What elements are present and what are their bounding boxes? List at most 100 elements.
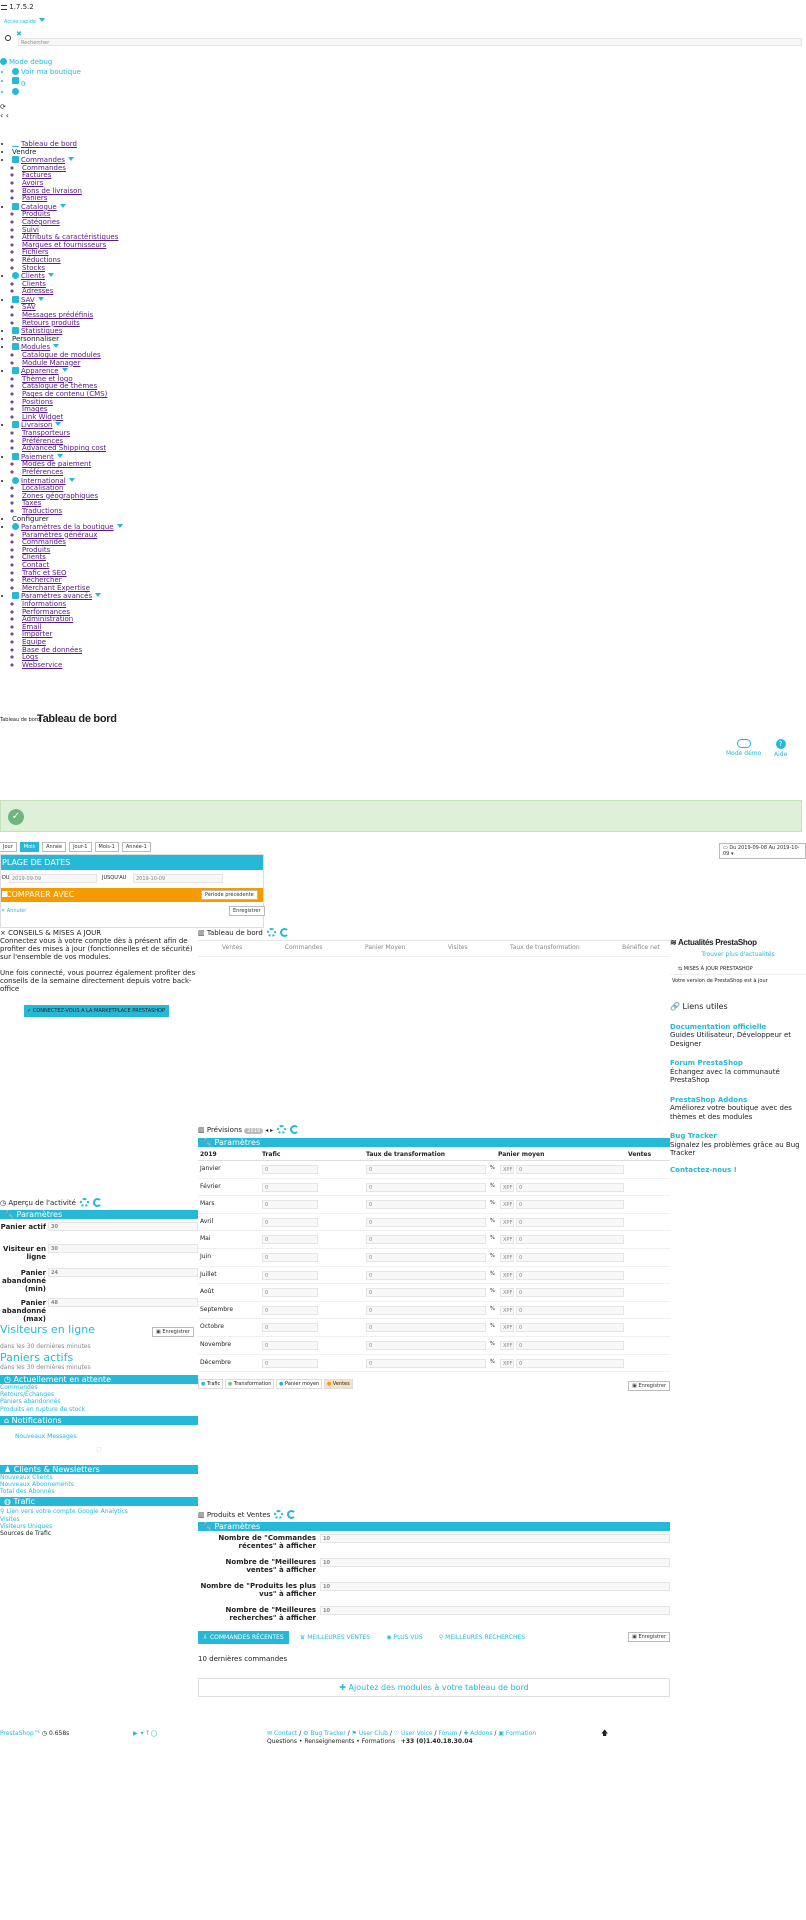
refresh-icon[interactable] <box>290 1125 300 1134</box>
cart-input[interactable]: 0 <box>516 1217 624 1227</box>
date-range-picker[interactable]: ▭ Du 2019-09-08 Au 2019-10-09 ▾ <box>719 843 806 859</box>
cart-input[interactable]: 0 <box>516 1165 624 1174</box>
cart-input[interactable]: 0 <box>516 1305 624 1315</box>
search-input[interactable]: Rechercher <box>18 38 802 46</box>
field-select[interactable]: 48 <box>48 1298 198 1307</box>
cart-input[interactable]: 0 <box>516 1340 624 1350</box>
conversion-input[interactable]: 0 <box>366 1288 486 1298</box>
nav-subitem[interactable]: Importer <box>22 631 200 639</box>
date-tab[interactable]: Année-1 <box>121 842 151 852</box>
scroll-top-icon[interactable]: 🡅 <box>601 1729 608 1740</box>
more-news-link[interactable]: Trouver plus d'actualités <box>670 951 806 958</box>
traffic-input[interactable]: 0 <box>262 1270 318 1280</box>
from-input[interactable]: 2019-09-09 <box>9 874 97 883</box>
kpi-col[interactable]: Ventes <box>222 944 242 951</box>
demo-mode-toggle[interactable]: Mode démo <box>726 739 761 757</box>
nav-payment[interactable]: Paiement Modes de paiementPréférences <box>12 452 200 477</box>
legend-panier[interactable]: ● Panier moyen <box>275 1379 323 1390</box>
nav-subitem[interactable]: Retours produits <box>22 319 200 328</box>
conversion-input[interactable]: 0 <box>366 1340 486 1350</box>
field-select[interactable]: 30 <box>48 1222 198 1231</box>
conversion-input[interactable]: 0 <box>366 1252 486 1262</box>
new-messages-link[interactable]: Nouveaux Messages <box>15 1433 198 1440</box>
nav-dashboard[interactable]: Tableau de bord <box>12 140 200 149</box>
refresh-icon[interactable] <box>279 928 289 937</box>
nav-modules[interactable]: Modules Catalogue de modulesModule Manag… <box>12 343 200 367</box>
nav-subitem[interactable]: Webservice <box>22 661 200 670</box>
conversion-input[interactable]: 0 <box>366 1200 486 1210</box>
nav-subitem[interactable]: Factures <box>22 172 200 180</box>
field-select[interactable]: 10 <box>320 1582 670 1591</box>
nav-subitem[interactable]: Catégories <box>22 218 200 227</box>
nav-subitem[interactable]: Base de données <box>22 646 200 655</box>
nav-subitem[interactable]: Zones géographiques <box>22 492 200 501</box>
nav-subitem[interactable]: Advanced Shipping cost <box>22 445 200 453</box>
footer-link-uservoice[interactable]: ♡ User Voice <box>394 1730 433 1737</box>
tab-top-searches[interactable]: ⚲ MEILLEURES RECHERCHES <box>433 1631 531 1644</box>
field-select[interactable]: 10 <box>320 1606 670 1615</box>
refresh-icon[interactable] <box>287 1510 297 1519</box>
traffic-input[interactable]: 0 <box>262 1252 318 1262</box>
close-icon[interactable]: ✖ <box>16 30 22 38</box>
notifications[interactable]: 0 <box>12 76 81 89</box>
conversion-input[interactable]: 0 <box>366 1358 486 1368</box>
conversion-input[interactable]: 0 <box>366 1235 486 1245</box>
nav-subitem[interactable]: Réductions <box>22 256 200 265</box>
kpi-col[interactable]: Commandes <box>285 944 323 951</box>
gear-icon[interactable] <box>79 1198 89 1207</box>
traffic-input[interactable]: 0 <box>262 1182 318 1192</box>
nav-subitem[interactable]: Module Manager <box>22 359 200 368</box>
date-tab[interactable]: Année <box>42 842 67 852</box>
traffic-item[interactable]: Visites <box>0 1516 198 1523</box>
ga-link[interactable]: ⚲ Lien vers votre compte Google Analytic… <box>0 1508 198 1515</box>
nav-customers[interactable]: Clients ClientsAdresses <box>12 272 200 296</box>
nav-appearance[interactable]: Apparence Thème et logoCatalogue de thèm… <box>12 367 200 421</box>
field-select[interactable]: 10 <box>320 1534 670 1543</box>
kpi-col[interactable]: Taux de transformation <box>510 944 580 951</box>
nav-subitem[interactable]: Merchant Expertise <box>22 584 200 593</box>
gear-icon[interactable] <box>274 1510 284 1519</box>
date-tab[interactable]: Jour <box>0 842 17 852</box>
save-button[interactable]: ▣ Enregistrer <box>628 1632 670 1642</box>
field-select[interactable]: 24 <box>48 1268 198 1277</box>
traffic-input[interactable]: 0 <box>262 1235 318 1245</box>
cancel-button[interactable]: ✕ Annuler <box>1 908 26 914</box>
field-select[interactable]: 30 <box>48 1244 198 1253</box>
conversion-input[interactable]: 0 <box>366 1217 486 1227</box>
conversion-input[interactable]: 0 <box>366 1182 486 1192</box>
cart-input[interactable]: 0 <box>516 1252 624 1262</box>
date-tab[interactable]: Jour-1 <box>69 842 92 852</box>
clients-item[interactable]: Total des Abonnés <box>0 1488 198 1495</box>
tab-recent-orders[interactable]: ⇩ COMMANDES RÉCENTES <box>198 1631 289 1644</box>
nav-sav[interactable]: SAV SAVMessages prédéfinisRetours produi… <box>12 295 200 328</box>
nav-subitem[interactable]: Stocks <box>22 264 200 273</box>
footer-brand[interactable]: PrestaShop™ <box>0 1730 40 1737</box>
clients-item[interactable]: Nouveaux Abonnements <box>0 1481 198 1488</box>
cart-input[interactable]: 0 <box>516 1270 624 1280</box>
gear-icon[interactable] <box>266 928 276 937</box>
save-button[interactable]: ▣ Enregistrer <box>152 1327 194 1337</box>
footer-link-addons[interactable]: ✚ Addons <box>463 1730 492 1737</box>
traffic-input[interactable]: 0 <box>262 1323 318 1333</box>
legend-transfo[interactable]: ● Transformation <box>224 1379 275 1390</box>
to-input[interactable]: 2019-10-09 <box>133 874 223 883</box>
tab-most-viewed[interactable]: ◉ PLUS VUS <box>381 1631 428 1644</box>
conversion-input[interactable]: 0 <box>366 1305 486 1315</box>
nav-shop-params[interactable]: Paramètres de la boutique Paramètres gén… <box>12 523 200 592</box>
save-button[interactable]: Enregistrer <box>229 906 265 916</box>
nav-subitem[interactable]: Positions <box>22 398 200 407</box>
traffic-input[interactable]: 0 <box>262 1200 318 1210</box>
traffic-input[interactable]: 0 <box>262 1340 318 1350</box>
forum-link[interactable]: Forum PrestaShop <box>670 1059 806 1068</box>
refresh-icon[interactable] <box>92 1198 102 1207</box>
date-tab-active[interactable]: Mois <box>19 842 40 852</box>
gear-icon[interactable] <box>277 1125 287 1134</box>
traffic-input[interactable]: 0 <box>262 1305 318 1315</box>
collapse-icons[interactable]: ‹ ‹ <box>0 111 81 120</box>
nav-catalog[interactable]: Catalogue ProduitsCatégoriesSuiviAttribu… <box>12 202 200 273</box>
conversion-input[interactable]: 0 <box>366 1165 486 1174</box>
nav-subitem[interactable]: Link Widget <box>22 413 200 422</box>
traffic-input[interactable]: 0 <box>262 1358 318 1368</box>
cart-input[interactable]: 0 <box>516 1182 624 1192</box>
refresh-icon[interactable]: ⟳ <box>0 103 81 111</box>
